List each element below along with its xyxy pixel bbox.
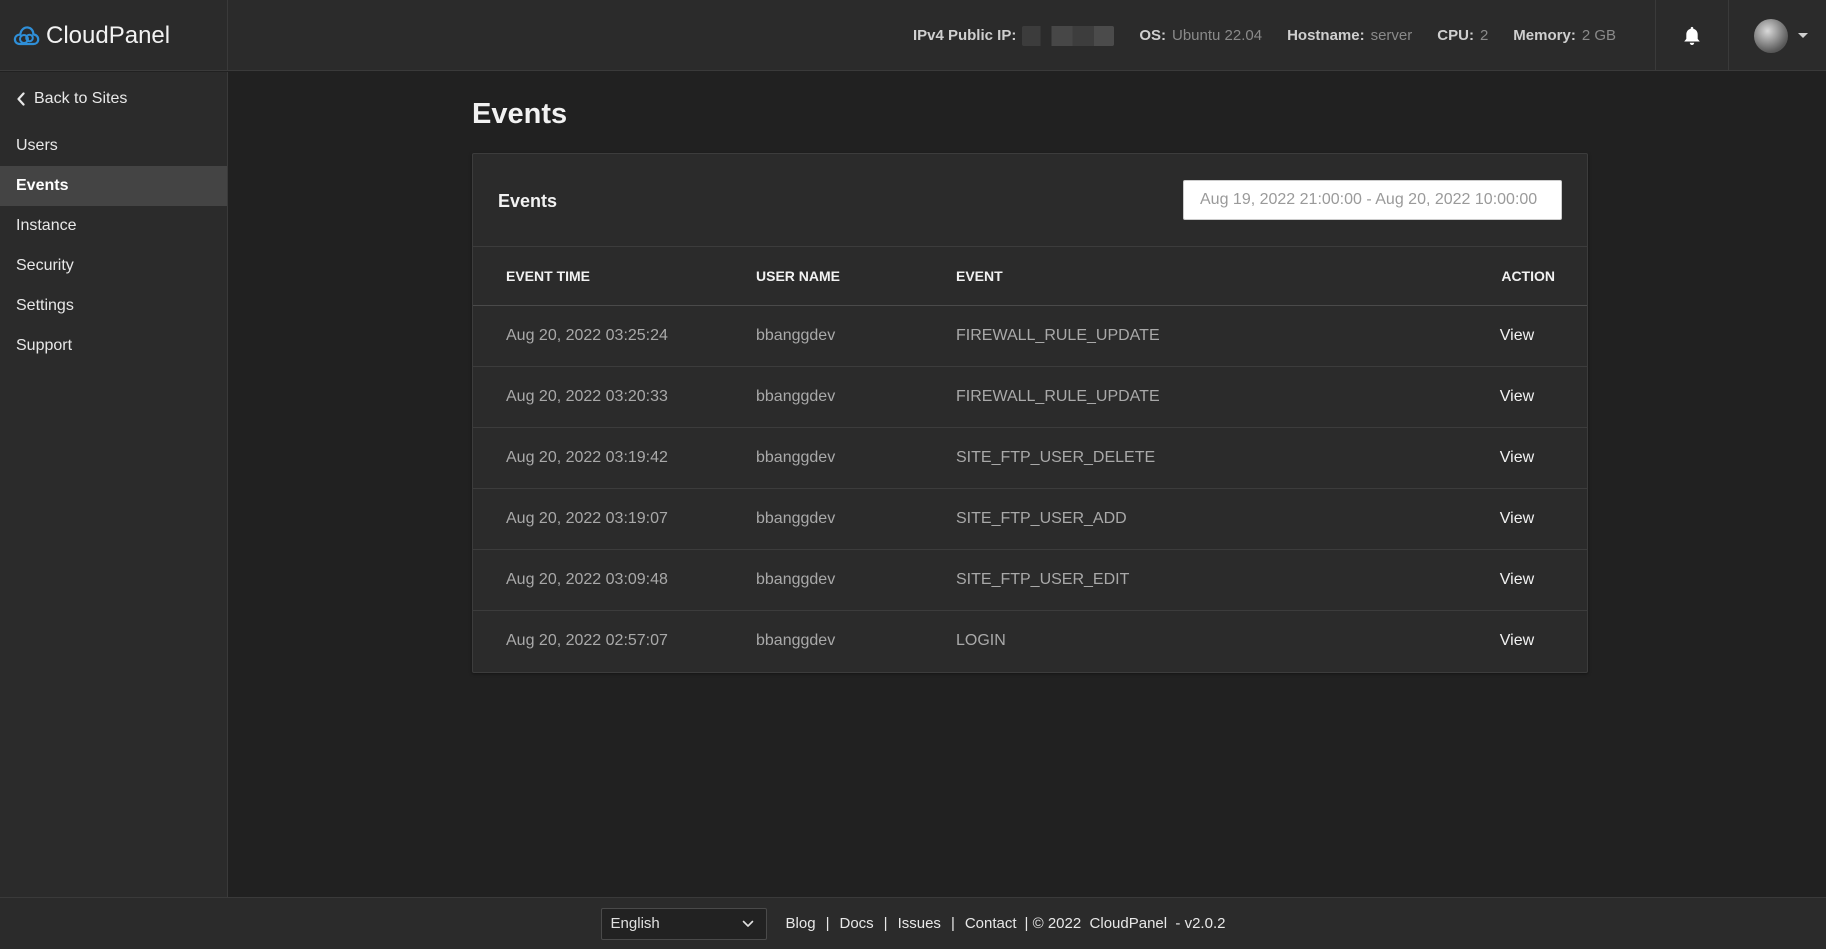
view-link[interactable]: View bbox=[1467, 427, 1587, 488]
event-time-cell: Aug 20, 2022 02:57:07 bbox=[506, 631, 668, 649]
sysinfo-cpu-label: CPU: bbox=[1437, 27, 1474, 44]
footer-link-contact[interactable]: Contact bbox=[965, 915, 1017, 932]
user-name-cell: bbanggdev bbox=[756, 509, 836, 527]
table-row: Aug 20, 2022 03:20:33 bbanggdev FIREWALL… bbox=[473, 366, 1587, 427]
footer-link-docs[interactable]: Docs bbox=[839, 915, 873, 932]
table-row: Aug 20, 2022 03:19:07 bbanggdev SITE_FTP… bbox=[473, 488, 1587, 549]
event-time-cell: Aug 20, 2022 03:19:42 bbox=[506, 448, 668, 466]
footer-link-blog[interactable]: Blog bbox=[786, 915, 816, 932]
view-link[interactable]: View bbox=[1467, 549, 1587, 610]
back-to-sites-link[interactable]: Back to Sites bbox=[0, 72, 227, 126]
footer-copyright: | © 2022 CloudPanel - v2.0.2 bbox=[1024, 915, 1226, 932]
bell-icon bbox=[1684, 26, 1700, 45]
sidebar-item-instance[interactable]: Instance bbox=[0, 206, 227, 246]
brand-name: CloudPanel bbox=[46, 21, 171, 49]
column-header-event[interactable]: EVENT bbox=[956, 247, 1467, 305]
table-row: Aug 20, 2022 02:57:07 bbanggdev LOGIN Vi… bbox=[473, 610, 1587, 671]
system-info: IPv4 Public IP: OS: Ubuntu 22.04 Hostnam… bbox=[888, 0, 1616, 71]
sysinfo-hostname-label: Hostname: bbox=[1287, 27, 1365, 44]
event-cell: FIREWALL_RULE_UPDATE bbox=[956, 387, 1160, 405]
sysinfo-memory: Memory: 2 GB bbox=[1513, 27, 1616, 44]
column-header-action: ACTION bbox=[1501, 267, 1555, 284]
back-to-sites-label: Back to Sites bbox=[34, 90, 128, 107]
user-name-cell: bbanggdev bbox=[756, 387, 836, 405]
view-link[interactable]: View bbox=[1467, 366, 1587, 427]
footer-separator: | bbox=[825, 915, 830, 932]
sysinfo-os-value: Ubuntu 22.04 bbox=[1172, 27, 1263, 44]
language-select-value: English bbox=[610, 915, 660, 932]
chevron-left-icon bbox=[17, 92, 25, 106]
sysinfo-ip: IPv4 Public IP: bbox=[912, 25, 1115, 46]
event-cell: FIREWALL_RULE_UPDATE bbox=[956, 326, 1160, 344]
event-time-cell: Aug 20, 2022 03:25:24 bbox=[506, 326, 668, 344]
events-card-title: Events bbox=[498, 191, 558, 211]
view-link[interactable]: View bbox=[1467, 488, 1587, 549]
caret-down-icon bbox=[1798, 33, 1808, 38]
event-time-cell: Aug 20, 2022 03:20:33 bbox=[506, 387, 668, 405]
events-card: Events EVENT TIME USER NAME EVENT ACTION… bbox=[472, 153, 1588, 673]
table-row: Aug 20, 2022 03:09:48 bbanggdev SITE_FTP… bbox=[473, 549, 1587, 610]
event-cell: LOGIN bbox=[956, 631, 1006, 649]
footer: English Blog | Docs | Issues | Contact |… bbox=[0, 897, 1826, 949]
page-title: Events bbox=[472, 98, 568, 130]
sysinfo-memory-label: Memory: bbox=[1513, 27, 1576, 44]
sidebar-item-support[interactable]: Support bbox=[0, 326, 227, 366]
sysinfo-memory-value: 2 GB bbox=[1581, 27, 1616, 44]
sysinfo-cpu: CPU: 2 bbox=[1437, 27, 1488, 44]
chevron-down-icon bbox=[742, 920, 753, 927]
cloud-logo-icon bbox=[13, 25, 40, 45]
user-name-cell: bbanggdev bbox=[756, 448, 836, 466]
table-row: Aug 20, 2022 03:19:42 bbanggdev SITE_FTP… bbox=[473, 427, 1587, 488]
footer-separator: | bbox=[950, 915, 955, 932]
column-header-user-name[interactable]: USER NAME bbox=[756, 247, 956, 305]
sidebar-item-security[interactable]: Security bbox=[0, 246, 227, 286]
event-time-cell: Aug 20, 2022 03:19:07 bbox=[506, 509, 668, 527]
footer-link-issues[interactable]: Issues bbox=[898, 915, 941, 932]
sysinfo-os-label: OS: bbox=[1139, 27, 1166, 44]
event-time-cell: Aug 20, 2022 03:09:48 bbox=[506, 570, 668, 588]
sidebar-item-users[interactable]: Users bbox=[0, 126, 227, 166]
sysinfo-cpu-value: 2 bbox=[1479, 27, 1489, 44]
user-name-cell: bbanggdev bbox=[756, 326, 836, 344]
avatar[interactable] bbox=[1754, 18, 1788, 53]
sysinfo-hostname-value: server bbox=[1370, 27, 1413, 44]
user-menu[interactable] bbox=[1730, 0, 1826, 71]
view-link[interactable]: View bbox=[1467, 305, 1587, 366]
top-bar: CloudPanel IPv4 Public IP: OS: Ubuntu 22… bbox=[0, 0, 1826, 71]
sysinfo-os: OS: Ubuntu 22.04 bbox=[1139, 27, 1262, 44]
event-cell: SITE_FTP_USER_ADD bbox=[956, 509, 1127, 527]
user-name-cell: bbanggdev bbox=[756, 570, 836, 588]
table-header-row: EVENT TIME USER NAME EVENT ACTION bbox=[473, 247, 1587, 305]
date-range-input[interactable] bbox=[1183, 180, 1562, 220]
column-header-event-time[interactable]: EVENT TIME bbox=[473, 247, 756, 305]
sysinfo-hostname: Hostname: server bbox=[1287, 27, 1412, 44]
user-name-cell: bbanggdev bbox=[756, 631, 836, 649]
table-row: Aug 20, 2022 03:25:24 bbanggdev FIREWALL… bbox=[473, 305, 1587, 366]
footer-separator: | bbox=[883, 915, 888, 932]
event-cell: SITE_FTP_USER_DELETE bbox=[956, 448, 1156, 466]
language-select[interactable]: English bbox=[600, 907, 767, 940]
sidebar-item-settings[interactable]: Settings bbox=[0, 286, 227, 326]
events-table: EVENT TIME USER NAME EVENT ACTION Aug 20… bbox=[473, 247, 1587, 671]
event-cell: SITE_FTP_USER_EDIT bbox=[956, 570, 1130, 588]
ip-redacted-value bbox=[1022, 25, 1115, 46]
sidebar: Back to Sites Users Events Instance Secu… bbox=[0, 72, 228, 897]
sysinfo-ip-label: IPv4 Public IP: bbox=[912, 27, 1017, 44]
sidebar-item-events[interactable]: Events bbox=[0, 166, 227, 206]
brand[interactable]: CloudPanel bbox=[0, 0, 228, 71]
view-link[interactable]: View bbox=[1467, 610, 1587, 671]
events-card-header: Events bbox=[473, 154, 1587, 247]
notifications-button[interactable] bbox=[1655, 0, 1729, 71]
